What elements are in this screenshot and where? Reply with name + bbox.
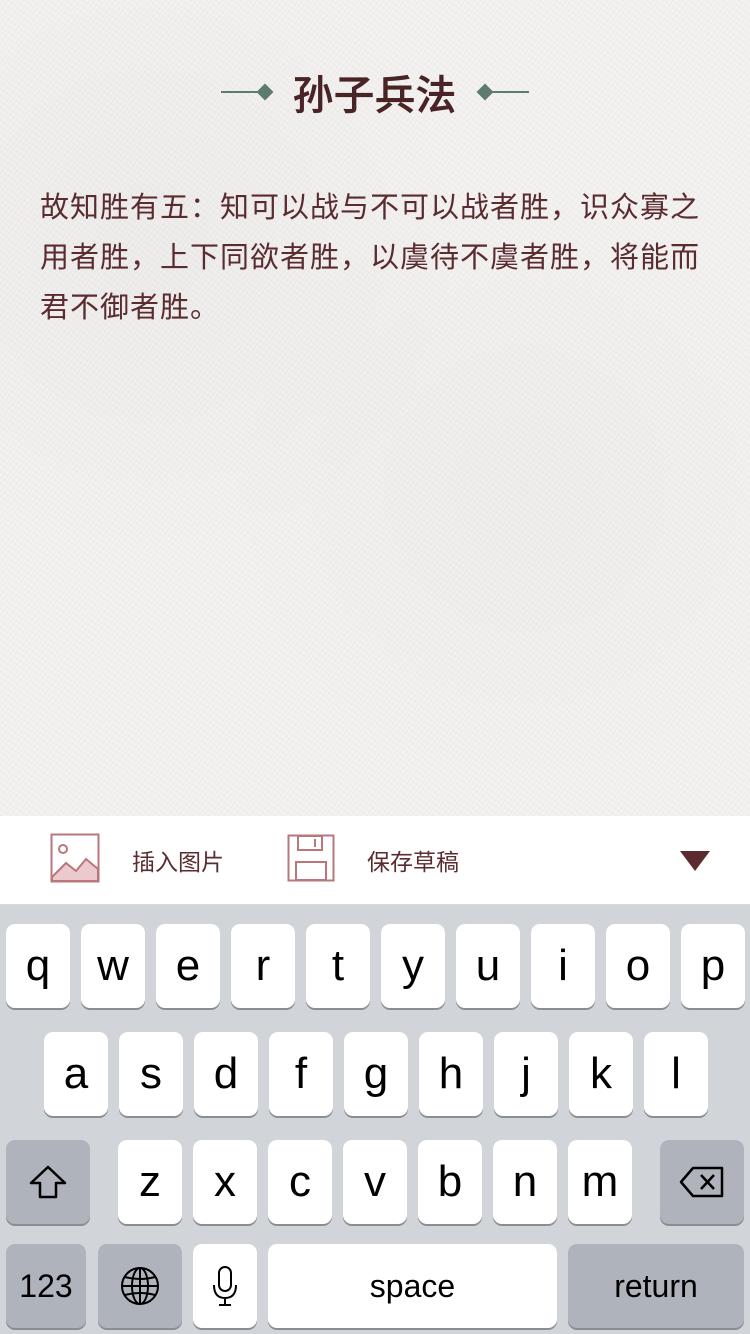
save-draft-label: 保存草稿 — [367, 850, 459, 876]
floppy-disk-icon — [287, 834, 335, 887]
backspace-icon — [679, 1166, 724, 1198]
key-y[interactable]: y — [381, 924, 445, 1008]
collapse-toolbar-button[interactable] — [679, 850, 711, 872]
key-z[interactable]: z — [118, 1140, 182, 1224]
shift-key[interactable] — [6, 1140, 90, 1224]
page-title: 孙子兵法 — [293, 72, 457, 119]
space-key[interactable]: space — [268, 1244, 557, 1328]
key-v[interactable]: v — [343, 1140, 407, 1224]
numbers-key[interactable]: 123 — [6, 1244, 86, 1328]
delete-key[interactable] — [660, 1140, 744, 1224]
key-h[interactable]: h — [419, 1032, 483, 1116]
globe-icon — [121, 1267, 159, 1305]
return-key[interactable]: return — [568, 1244, 744, 1328]
key-n[interactable]: n — [493, 1140, 557, 1224]
key-c[interactable]: c — [268, 1140, 332, 1224]
globe-key[interactable] — [98, 1244, 182, 1328]
key-i[interactable]: i — [531, 924, 595, 1008]
key-f[interactable]: f — [269, 1032, 333, 1116]
key-w[interactable]: w — [81, 924, 145, 1008]
key-u[interactable]: u — [456, 924, 520, 1008]
key-s[interactable]: s — [119, 1032, 183, 1116]
save-draft-button[interactable]: 保存草稿 — [287, 816, 459, 904]
key-q[interactable]: q — [6, 924, 70, 1008]
key-j[interactable]: j — [494, 1032, 558, 1116]
key-g[interactable]: g — [344, 1032, 408, 1116]
insert-image-button[interactable]: 插入图片 — [50, 816, 224, 904]
key-l[interactable]: l — [644, 1032, 708, 1116]
image-icon — [50, 833, 100, 888]
on-screen-keyboard: qwertyuiop asdfghjkl zxcvbnm 123 space r… — [0, 905, 750, 1334]
microphone-icon — [213, 1266, 237, 1306]
paper-background — [0, 0, 750, 816]
title-row: 孙子兵法 — [0, 64, 750, 120]
key-e[interactable]: e — [156, 924, 220, 1008]
key-o[interactable]: o — [606, 924, 670, 1008]
key-x[interactable]: x — [193, 1140, 257, 1224]
key-t[interactable]: t — [306, 924, 370, 1008]
key-m[interactable]: m — [568, 1140, 632, 1224]
key-a[interactable]: a — [44, 1032, 108, 1116]
collapse-triangle-icon — [680, 851, 710, 871]
key-b[interactable]: b — [418, 1140, 482, 1224]
microphone-key[interactable] — [193, 1244, 257, 1328]
shift-icon — [29, 1165, 67, 1199]
insert-image-label: 插入图片 — [132, 850, 224, 876]
editor-text[interactable]: 故知胜有五：知可以战与不可以战者胜，识众寡之用者胜，上下同欲者胜，以虞待不虞者胜… — [40, 182, 712, 332]
key-r[interactable]: r — [231, 924, 295, 1008]
key-k[interactable]: k — [569, 1032, 633, 1116]
editor-toolbar: 插入图片 保存草稿 — [0, 816, 750, 905]
key-p[interactable]: p — [681, 924, 745, 1008]
title-ornament-right — [476, 83, 529, 101]
title-ornament-left — [221, 83, 274, 101]
key-d[interactable]: d — [194, 1032, 258, 1116]
